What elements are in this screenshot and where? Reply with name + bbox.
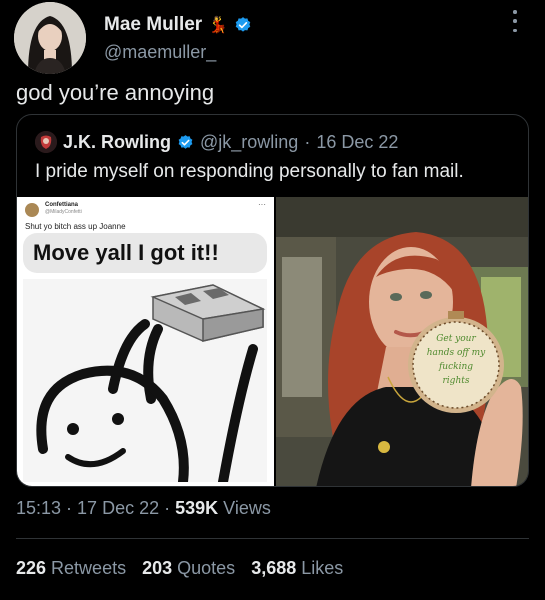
author-name-row: Mae Muller 💃 [104,14,252,36]
hoop-line-1: Get your [436,334,476,344]
meme-more-icon: ··· [258,200,266,209]
meme-author-handle: @MiladyConfetti [45,209,82,215]
quoted-tweet-text: I pride myself on responding personally … [35,161,464,182]
dancer-emoji: 💃 [208,17,229,34]
quotes-label: Quotes [177,558,236,578]
photo-image[interactable]: Get your hands off my fucking rights [276,197,528,486]
author-handle[interactable]: @maemuller_ [104,42,216,63]
meme-drawing [23,279,267,482]
divider [16,538,529,539]
quoted-separator: · [304,131,311,152]
quoted-author-avatar[interactable] [35,131,57,153]
hoop-line-4: rights [442,376,470,386]
meta-separator-2: · [164,498,171,518]
tweet-stats: 226 Retweets 203 Quotes 3,688 Likes [16,558,343,579]
more-options-icon[interactable] [505,10,525,32]
quoted-date[interactable]: 16 Dec 22 [316,132,398,153]
author-display-name[interactable]: Mae Muller [104,14,202,36]
hoop-line-2: hands off my [426,348,486,358]
meme-text-line: Shut yo bitch ass up Joanne [25,222,126,231]
hoop-text: Get your hands off my fucking rights [408,332,504,388]
quotes-count: 203 [142,558,173,578]
likes-stat[interactable]: 3,688 Likes [251,558,343,579]
quotes-stat[interactable]: 203 Quotes [142,558,235,579]
quoted-author-handle[interactable]: @jk_rowling [200,132,298,153]
views-count[interactable]: 539K [175,498,218,519]
retweets-label: Retweets [51,558,127,578]
meme-author-name: Confettiana [45,202,78,208]
meta-separator-1: · [66,498,73,518]
meme-bubble: Move yall I got it!! [23,233,267,273]
tweet-time[interactable]: 15:13 [16,498,61,519]
tweet-meta: 15:13 · 17 Dec 22 · 539K Views [16,498,271,519]
quoted-tweet-header: J.K. Rowling @jk_rowling · 16 Dec 22 [35,131,398,153]
verified-badge-icon [234,16,252,34]
likes-label: Likes [301,558,344,578]
retweets-count: 226 [16,558,47,578]
hoop-line-3: fucking [438,362,474,372]
quoted-media: Confettiana @MiladyConfetti ··· Shut yo … [17,197,528,486]
quoted-tweet[interactable]: J.K. Rowling @jk_rowling · 16 Dec 22 I p… [16,114,529,487]
quoted-author-name[interactable]: J.K. Rowling [63,132,171,153]
tweet-date[interactable]: 17 Dec 22 [77,498,159,519]
tweet-text: god you’re annoying [16,80,215,105]
quoted-verified-badge-icon [177,134,194,151]
retweets-stat[interactable]: 226 Retweets [16,558,126,579]
meme-bubble-text: Move yall I got it!! [33,240,219,265]
views-label: Views [223,498,271,518]
author-avatar[interactable] [14,2,86,74]
likes-count: 3,688 [251,558,297,578]
meme-avatar [25,203,39,217]
meme-image[interactable]: Confettiana @MiladyConfetti ··· Shut yo … [17,197,274,486]
